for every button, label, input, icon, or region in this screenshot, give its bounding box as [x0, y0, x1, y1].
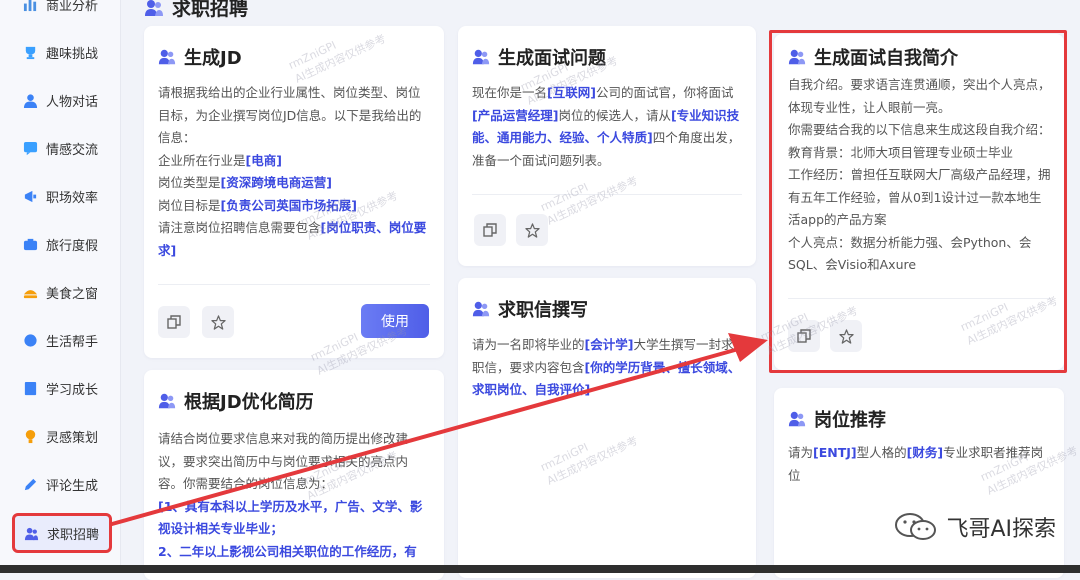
prompt-line: 请注意岗位招聘信息需要包含[岗位职责、岗位要求]: [158, 217, 432, 262]
page-title: 求职招聘: [144, 0, 248, 21]
sidebar-item-label: 旅行度假: [46, 238, 99, 254]
prompt-text: 岗位类型是: [158, 175, 221, 190]
prompt-line: 请为一名即将毕业的[会计学]大学生撰写一封求职信，要求内容包含[你的学历背景、擅…: [472, 334, 744, 402]
sidebar-item-label: 趣味挑战: [46, 46, 99, 62]
card-title: 生成JD: [158, 44, 242, 70]
sidebar-item-label: 生活帮手: [46, 334, 99, 350]
card-cover-letter[interactable]: 求职信撰写 请为一名即将毕业的[会计学]大学生撰写一封求职信，要求内容包含[你的…: [458, 278, 756, 578]
prompt-text: 请为: [788, 445, 814, 460]
sidebar-item-10[interactable]: 评论生成: [14, 466, 112, 502]
card-title-text: 岗位推荐: [814, 410, 886, 431]
prompt-line: 现在你是一名[互联网]公司的面试官，你将面试[产品运营经理]岗位的候选人，请从[…: [472, 82, 744, 172]
sidebar-item-label: 求职招聘: [47, 527, 100, 543]
prompt-variable: [产品运营经理]: [472, 107, 559, 123]
sidebar-item-2[interactable]: 人物对话: [14, 82, 112, 118]
prompt-text: 型人格的: [856, 445, 907, 460]
sidebar-item-label: 学习成长: [46, 382, 99, 398]
prompt-text: 岗位的候选人，请从: [558, 107, 671, 123]
heart-chat-icon: [22, 140, 38, 156]
person-icon: [22, 92, 38, 108]
sidebar-item-label: 商业分析: [46, 0, 99, 14]
prompt-text: 公司的面试官，你将面试: [595, 85, 734, 100]
prompt-text: 企业所在行业是: [158, 152, 246, 168]
sidebar-item-label: 美食之窗: [46, 286, 99, 302]
megaphone-icon: [22, 188, 38, 204]
wechat-icon: [895, 513, 937, 540]
page-title-text: 求职招聘: [172, 0, 249, 20]
card-title: 岗位推荐: [788, 406, 886, 432]
people-icon: [472, 301, 490, 317]
card-title-text: 生成JD: [184, 48, 242, 69]
sidebar-item-6[interactable]: 美食之窗: [14, 274, 112, 310]
prompt-variable: 2、二年以上影视公司相关职位的工作经历，有: [158, 543, 417, 559]
prompt-line: [1、具有本科以上学历及水平，广告、文学、影视设计相关专业毕业；: [158, 496, 432, 541]
people-icon: [145, 0, 163, 16]
prompt-text: 请为一名即将毕业的: [472, 337, 585, 352]
people-icon: [158, 393, 176, 409]
wechat-name: 飞哥AI探索: [946, 517, 1056, 542]
sidebar-item-8[interactable]: 学习成长: [14, 370, 112, 406]
sidebar: 商业分析趣味挑战人物对话情感交流职场效率旅行度假美食之窗生活帮手学习成长灵感策划…: [0, 0, 121, 573]
card-title: 根据JD优化简历: [158, 388, 314, 414]
star-icon: [210, 314, 226, 330]
prompt-variable: [会计学]: [584, 337, 634, 352]
sidebar-item-11[interactable]: 求职招聘: [12, 513, 112, 553]
divider: [158, 284, 430, 285]
prompt-line: 请根据我给出的企业行业属性、岗位类型、岗位目标，为企业撰写岗位JD信息。以下是我…: [158, 82, 432, 150]
sidebar-item-label: 评论生成: [46, 478, 99, 494]
prompt-variable: [财务]: [906, 445, 944, 460]
camera-icon: [22, 236, 38, 252]
sidebar-item-7[interactable]: 生活帮手: [14, 322, 112, 358]
sidebar-item-5[interactable]: 旅行度假: [14, 226, 112, 262]
card-prompt: 请为一名即将毕业的[会计学]大学生撰写一封求职信，要求内容包含[你的学历背景、擅…: [472, 334, 744, 402]
prompt-text: 请根据我给出的企业行业属性、岗位类型、岗位目标，为企业撰写岗位JD信息。以下是我…: [158, 85, 422, 145]
bulb-icon: [22, 428, 38, 444]
copy-icon: [483, 223, 497, 237]
card-optimize-resume[interactable]: 根据JD优化简历 请结合岗位要求信息来对我的简历提出修改建议，要求突出简历中与岗…: [144, 370, 444, 580]
sidebar-item-4[interactable]: 职场效率: [14, 178, 112, 214]
sidebar-item-label: 职场效率: [46, 190, 99, 206]
star-icon: [524, 222, 540, 238]
prompt-variable: [资深跨境电商运营]: [220, 175, 332, 190]
sidebar-item-1[interactable]: 趣味挑战: [14, 34, 112, 70]
bottom-bar: [0, 565, 1080, 573]
favorite-button[interactable]: [202, 306, 234, 338]
sidebar-item-0[interactable]: 商业分析: [14, 0, 112, 22]
food-icon: [22, 284, 38, 300]
card-title-text: 求职信撰写: [498, 300, 588, 321]
sidebar-item-label: 灵感策划: [46, 430, 99, 446]
prompt-variable: [1、具有本科以上学历及水平，广告、文学、影视设计相关专业毕业；: [158, 498, 423, 537]
prompt-line: 企业所在行业是[电商]: [158, 150, 432, 173]
people-icon: [472, 49, 490, 65]
people-icon: [158, 49, 176, 65]
wechat-signature: 飞哥AI探索: [894, 511, 1056, 543]
prompt-text: 岗位目标是: [158, 197, 221, 213]
pen-icon: [22, 476, 38, 492]
prompt-text: 请注意岗位招聘信息需要包含: [158, 220, 321, 235]
prompt-line: 2、二年以上影视公司相关职位的工作经历，有: [158, 541, 432, 564]
card-title-text: 根据JD优化简历: [184, 392, 314, 413]
copy-button[interactable]: [474, 214, 506, 246]
prompt-variable: [电商]: [245, 152, 282, 168]
copy-button[interactable]: [158, 306, 190, 338]
card-prompt: 现在你是一名[互联网]公司的面试官，你将面试[产品运营经理]岗位的候选人，请从[…: [472, 82, 744, 172]
card-title: 求职信撰写: [472, 296, 588, 322]
sidebar-item-label: 人物对话: [46, 94, 99, 110]
prompt-variable: [ENTJ]: [813, 445, 857, 460]
people-icon: [23, 525, 39, 541]
sidebar-item-label: 情感交流: [46, 142, 99, 158]
people-icon: [788, 411, 806, 427]
favorite-button[interactable]: [516, 214, 548, 246]
trophy-icon: [22, 44, 38, 60]
helper-icon: [22, 332, 38, 348]
copy-icon: [167, 315, 181, 329]
card-prompt: 请根据我给出的企业行业属性、岗位类型、岗位目标，为企业撰写岗位JD信息。以下是我…: [158, 82, 432, 262]
sidebar-item-9[interactable]: 灵感策划: [14, 418, 112, 454]
chart-icon: [22, 0, 38, 12]
sidebar-item-3[interactable]: 情感交流: [14, 130, 112, 166]
book-icon: [22, 380, 38, 396]
